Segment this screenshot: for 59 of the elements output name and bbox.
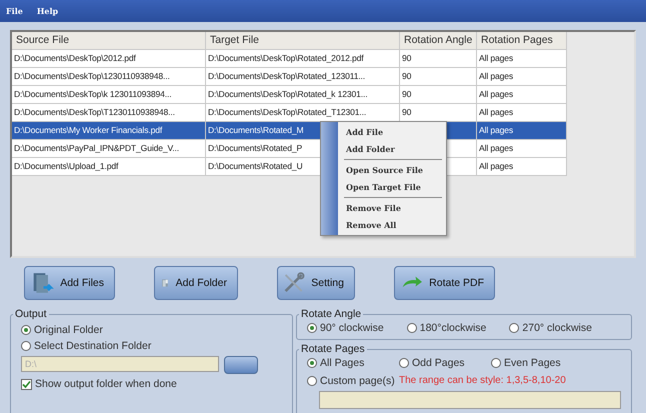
context-menu-item[interactable]: Open Target File (346, 179, 446, 196)
table-row[interactable]: D:\Documents\DeskTop\k 123011093894... D:\Documents\DeskTop\Rotated_k 12301... 90 All pages (12, 86, 567, 104)
menu-item[interactable]: File (6, 6, 23, 16)
radio-option[interactable]: Select Destination Folder (21, 338, 282, 354)
table-row[interactable]: D:\Documents\DeskTop\2012.pdf D:\Documents\DeskTop\Rotated_2012.pdf 90 All pages (12, 50, 567, 68)
context-menu-item[interactable]: Remove File (346, 200, 446, 217)
radio-option[interactable]: 180°clockwise (406, 320, 486, 336)
context-menu-item[interactable]: Add File (346, 124, 446, 141)
radio-option[interactable]: Odd Pages (399, 355, 491, 371)
table-cell: D:\Documents\DeskTop\Rotated_k 12301... (208, 89, 368, 99)
table-cell: 90 (402, 89, 412, 99)
range-hint: The range can be style: 1,3,5-8,10-20 (399, 374, 567, 388)
context-menu-item[interactable]: Add Folder (346, 141, 446, 158)
table-cell: 90 (402, 107, 412, 117)
toolbar-button[interactable]: Setting (277, 266, 355, 300)
table-cell: D:\Documents\DeskTop\Rotated_123011... (208, 71, 366, 81)
table-cell: D:\Documents\DeskTop\Rotated_T12301... (208, 107, 366, 117)
radio-option[interactable]: All Pages (307, 355, 399, 371)
table-cell: D:\Documents\Upload_1.pdf (14, 161, 118, 171)
table-cell: All pages (479, 89, 514, 99)
context-menu-item[interactable]: Remove All (346, 217, 446, 234)
table-row[interactable]: D:\Documents\DeskTop\1230110938948... D:\Documents\DeskTop\Rotated_123011... 90 All pages (12, 68, 567, 86)
table-cell: All pages (479, 107, 514, 117)
radio-option[interactable]: Original Folder (21, 322, 282, 338)
radio-option[interactable]: Even Pages (491, 355, 621, 371)
context-menu-item[interactable]: Open Source File (346, 162, 446, 179)
table-cell: D:\Documents\DeskTop\2012.pdf (14, 53, 136, 63)
table-cell: All pages (479, 161, 514, 171)
table-cell: D:\Documents\DeskTop\1230110938948... (14, 71, 170, 81)
custom-pages-field[interactable] (319, 391, 621, 409)
table-cell: D:\Documents\Rotated_M (208, 125, 304, 135)
checkbox-option[interactable]: Show output folder when done (21, 376, 282, 392)
table-cell: D:\Documents\My Worker Financials.pdf (14, 125, 162, 135)
check-icon (22, 380, 31, 388)
table-cell: D:\Documents\DeskTop\Rotated_2012.pdf (208, 53, 364, 63)
table-cell: D:\Documents\Rotated_P (208, 143, 302, 153)
toolbar-button[interactable]: Add Folder (154, 266, 238, 300)
table-cell: 90 (402, 53, 412, 63)
radio-option[interactable]: 90° clockwise (307, 320, 384, 336)
menu-item[interactable]: Help (36, 6, 58, 16)
table-cell: 90 (402, 71, 412, 81)
group-title: Rotate Angle (300, 308, 362, 320)
browse-button[interactable] (224, 356, 258, 374)
table-cell: All pages (479, 125, 514, 135)
group-title: Output (14, 308, 48, 320)
toolbar-button[interactable]: Rotate PDF (394, 266, 495, 300)
table-cell: D:\Documents\Rotated_U (208, 161, 303, 171)
document-stack-icon (31, 270, 54, 296)
group-title: Rotate Pages (300, 343, 366, 355)
table-cell: D:\Documents\DeskTop\k 123011093894... (14, 89, 172, 99)
radio-option[interactable]: 270° clockwise (509, 320, 592, 336)
radio-option[interactable]: Custom page(s) (307, 373, 399, 389)
table-cell: D:\Documents\PayPal_IPN&PDT_Guide_V... (14, 143, 179, 153)
table-cell: D:\Documents\DeskTop\T1230110938948... (14, 107, 175, 117)
table-cell: All pages (479, 71, 514, 81)
table-cell: All pages (479, 53, 514, 63)
toolbar-button[interactable]: Add Files (24, 266, 115, 300)
table-cell: All pages (479, 143, 514, 153)
table-row[interactable]: D:\Documents\DeskTop\T1230110938948... D:\Documents\DeskTop\Rotated_T12301... 90 All pages (12, 104, 567, 122)
